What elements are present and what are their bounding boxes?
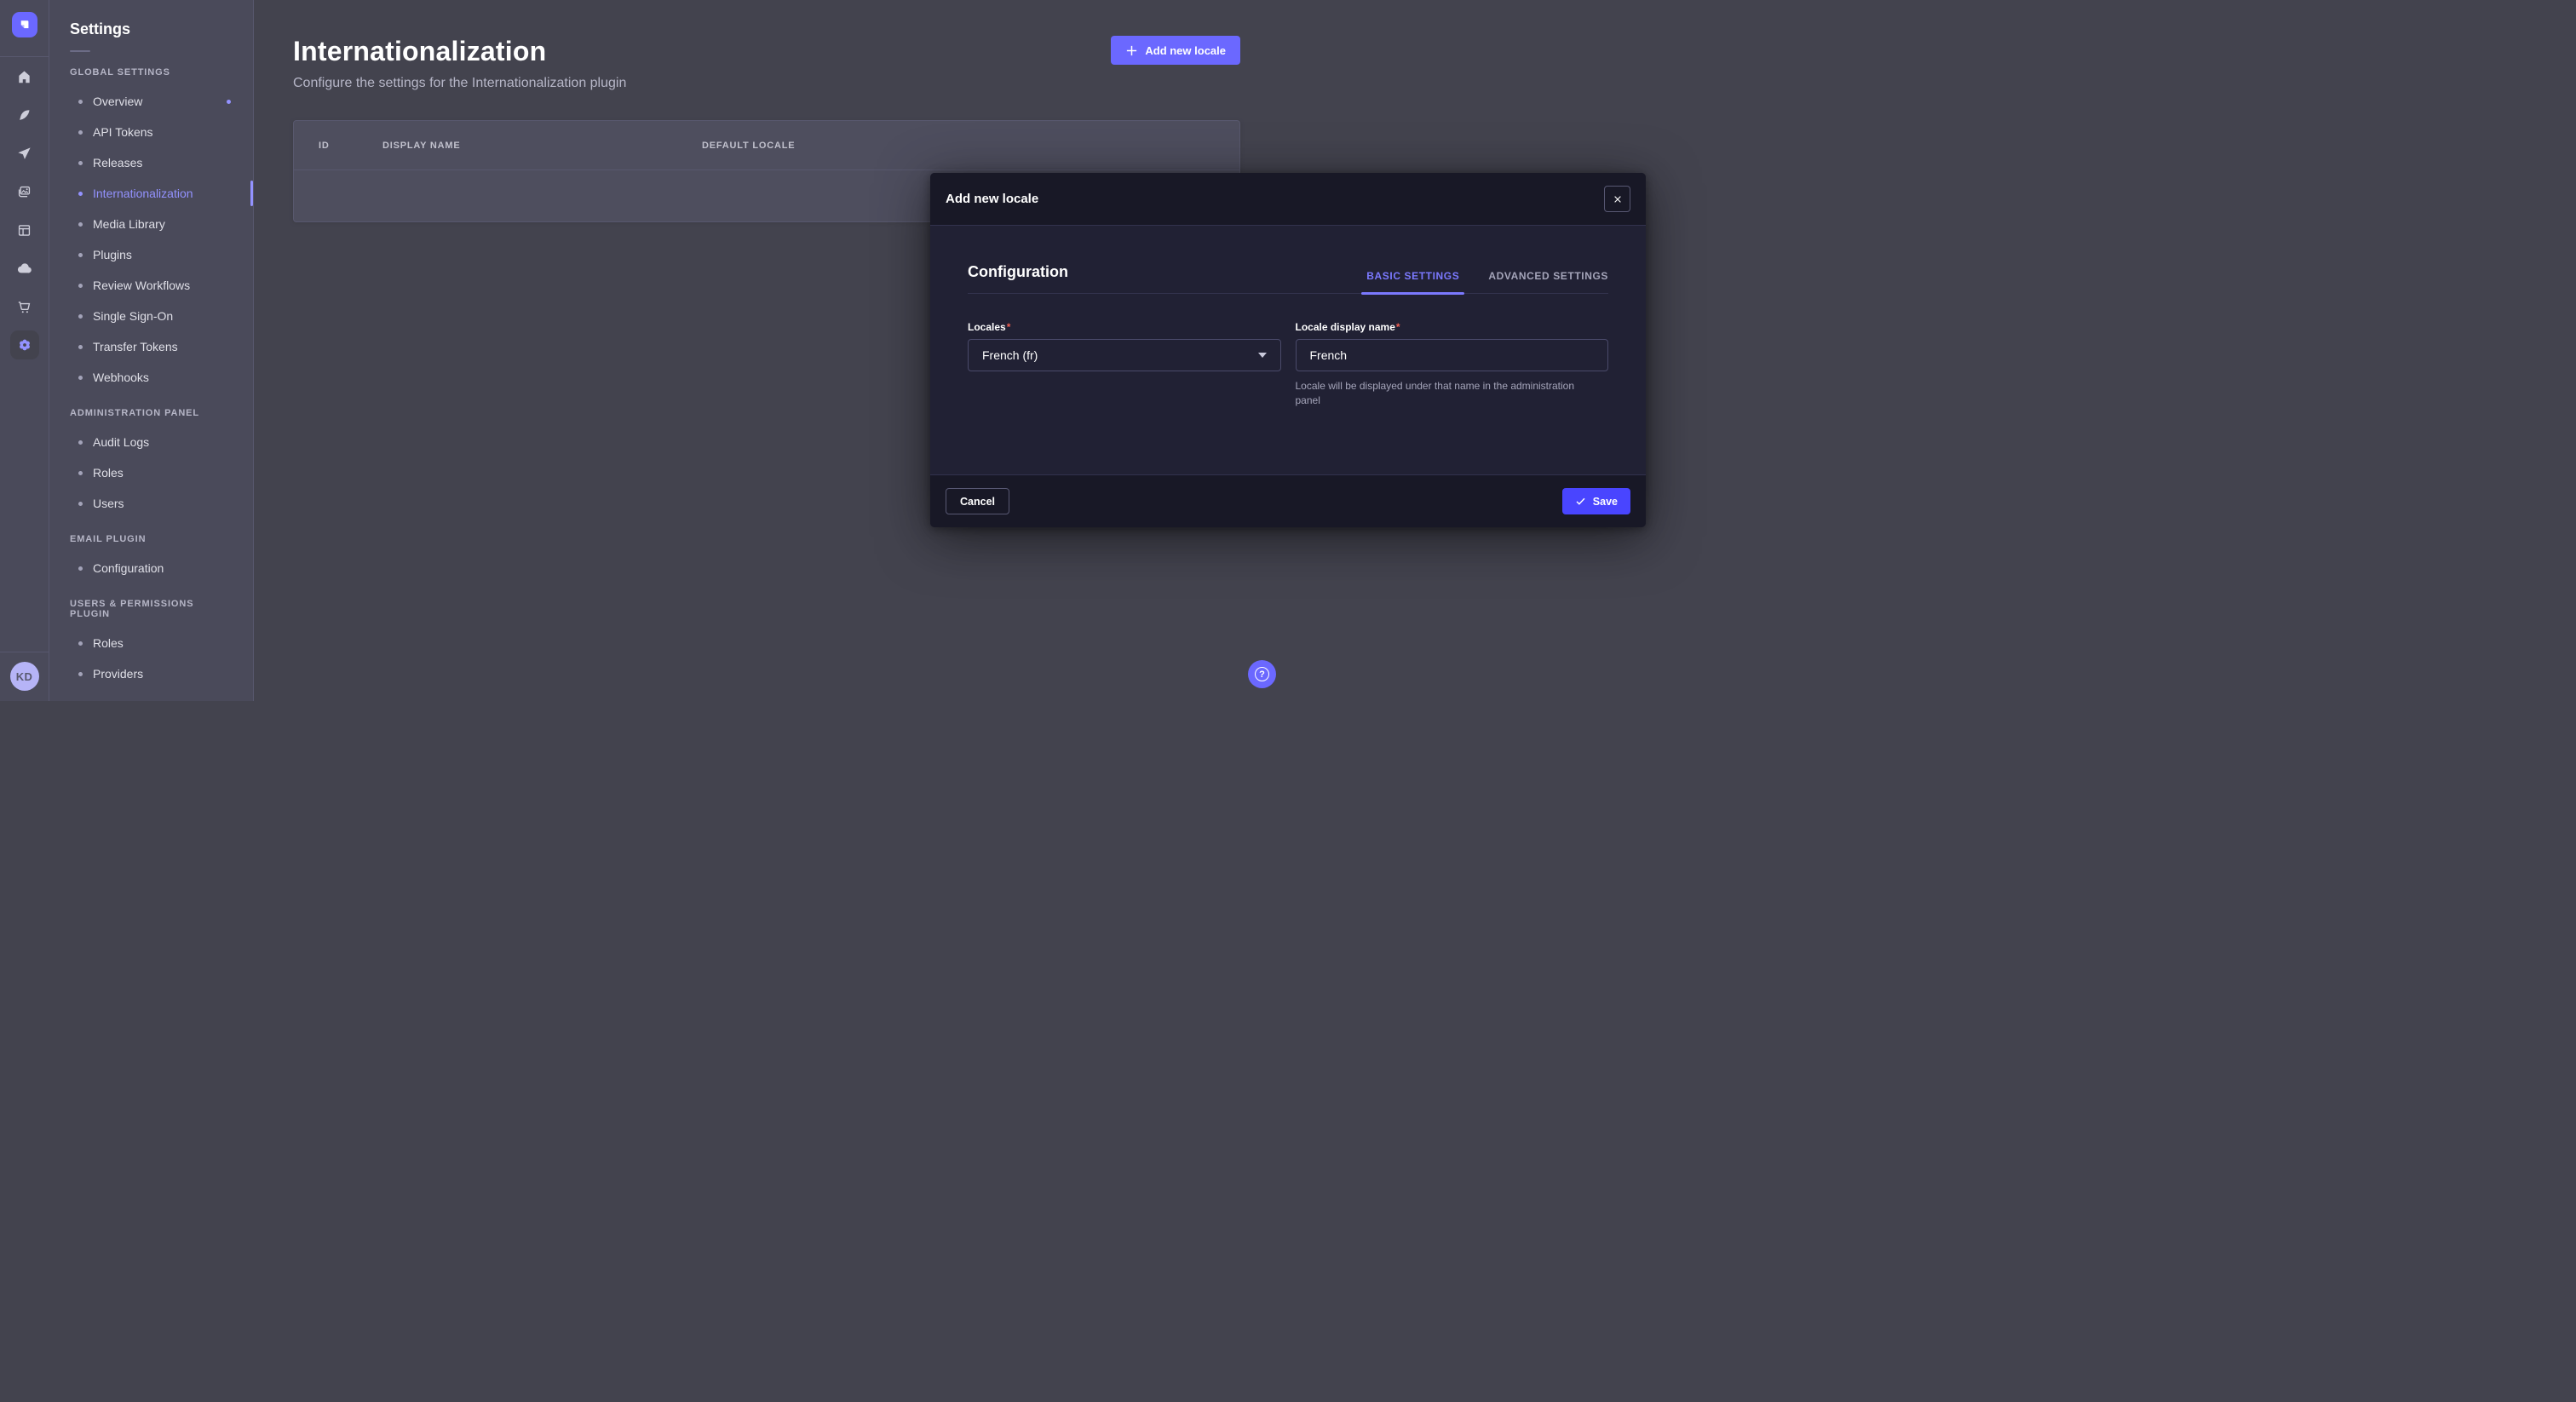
tab-basic-settings[interactable]: BASIC SETTINGS [1366,270,1459,293]
locales-label: Locales* [968,321,1281,333]
locales-field-group: Locales* French (fr) [968,321,1281,409]
modal-fields: Locales* French (fr) Locale display name… [968,321,1608,409]
chevron-down-icon [1258,353,1267,358]
display-name-hint: Locale will be displayed under that name… [1296,379,1598,409]
display-name-input[interactable] [1296,339,1609,371]
close-icon [1613,194,1623,204]
modal-footer: Cancel Save [930,474,1646,527]
modal-header: Add new locale [930,173,1646,226]
cancel-button[interactable]: Cancel [946,488,1009,514]
required-asterisk: * [1396,321,1400,333]
required-asterisk: * [1007,321,1011,333]
close-modal-button[interactable] [1604,186,1630,212]
configuration-row: Configuration BASIC SETTINGS ADVANCED SE… [968,263,1608,294]
tab-advanced-settings[interactable]: ADVANCED SETTINGS [1488,270,1608,293]
configuration-title: Configuration [968,263,1068,293]
display-name-field-group: Locale display name* Locale will be disp… [1296,321,1609,409]
modal-body: Configuration BASIC SETTINGS ADVANCED SE… [930,226,1646,474]
add-locale-modal: Add new locale Configuration BASIC SETTI… [930,173,1646,527]
locales-select[interactable]: French (fr) [968,339,1281,371]
modal-title: Add new locale [946,192,1038,206]
display-name-label: Locale display name* [1296,321,1609,333]
check-icon [1575,496,1586,507]
save-button[interactable]: Save [1562,488,1630,514]
modal-tabs: BASIC SETTINGS ADVANCED SETTINGS [1366,270,1608,293]
